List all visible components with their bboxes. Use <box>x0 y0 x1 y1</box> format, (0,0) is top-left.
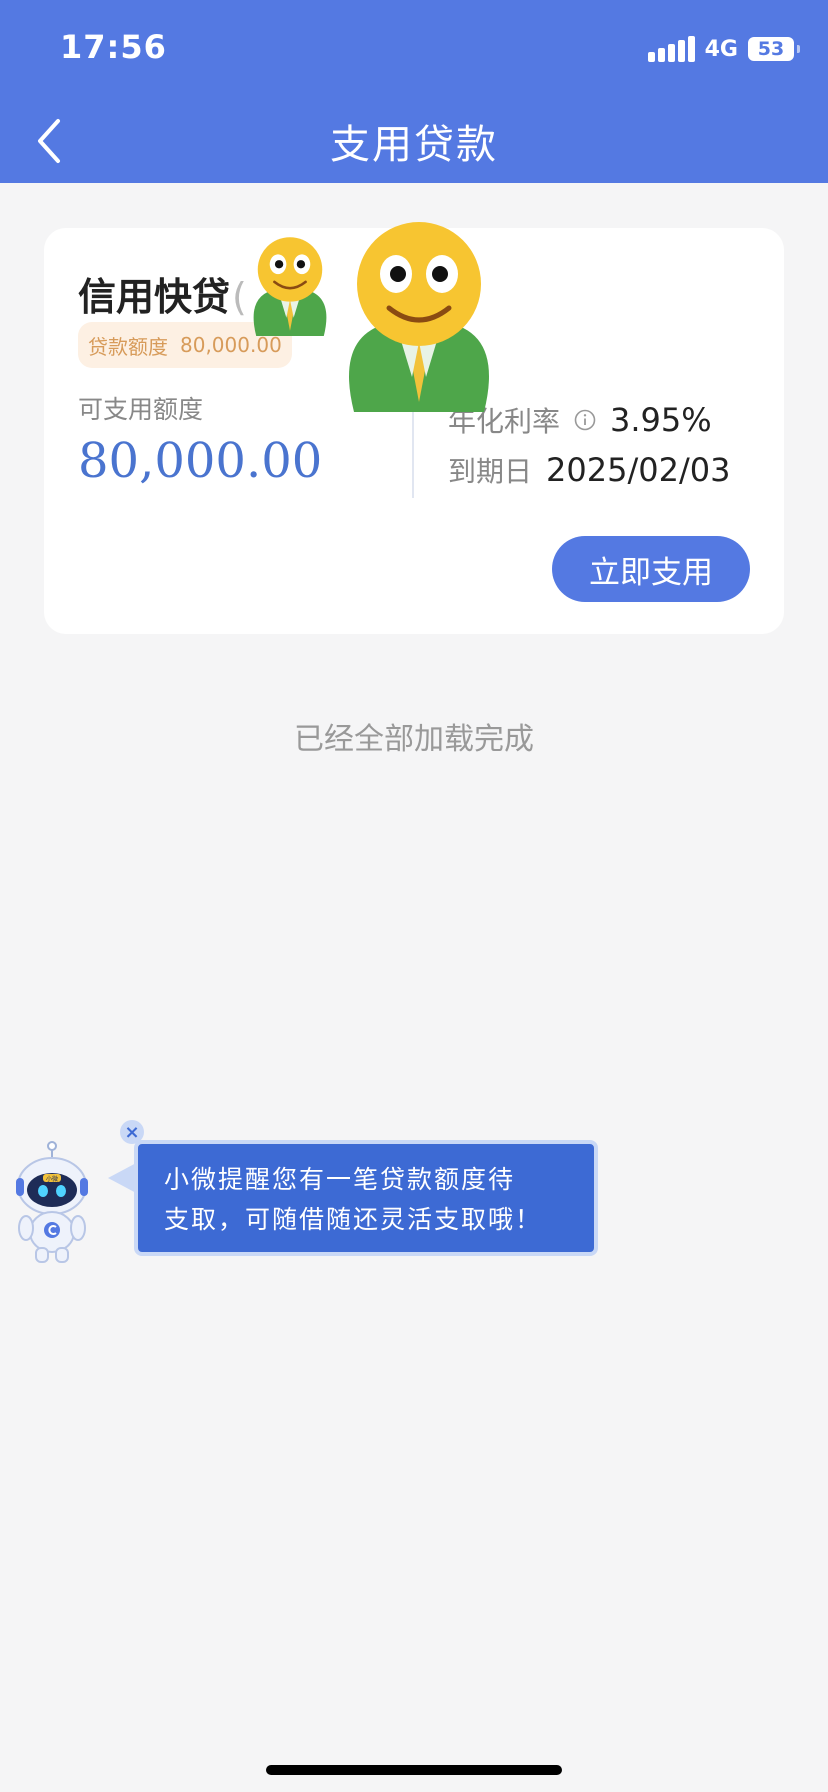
available-amount: 80,000.00 <box>78 433 323 489</box>
smiley-emoji-icon-large <box>349 222 489 412</box>
product-name: 信用快贷( <box>78 266 247 321</box>
loan-limit-label: 贷款额度 <box>88 334 168 359</box>
smiley-emoji-icon <box>253 237 327 336</box>
status-indicators: 4G 53 <box>647 34 800 64</box>
header-bar: 17:56 4G 53 支用贷款 <box>0 0 828 183</box>
network-type: 4G <box>704 36 738 62</box>
battery-icon: 53 <box>748 37 800 61</box>
due-date-row: 到期日 2025/02/03 <box>448 450 730 490</box>
due-date-label: 到期日 <box>448 455 533 488</box>
assistant-message-line1: 小微提醒您有一笔贷款额度待 <box>164 1165 516 1194</box>
info-icon[interactable] <box>574 409 596 431</box>
home-indicator[interactable] <box>266 1765 562 1775</box>
rate-value: 3.95% <box>610 401 712 439</box>
signal-icon <box>647 36 695 62</box>
battery-level: 53 <box>757 38 785 60</box>
all-loaded-text: 已经全部加载完成 <box>294 722 534 757</box>
status-time: 17:56 <box>60 28 167 66</box>
use-now-button[interactable]: 立即支用 <box>552 536 750 602</box>
page-title: 支用贷款 <box>330 122 498 168</box>
robot-label: 小微 <box>46 1175 58 1183</box>
assistant-message-line2: 支取，可随借随还灵活支取哦！ <box>164 1205 543 1234</box>
close-bubble-button[interactable]: × <box>120 1120 144 1144</box>
loan-card: 信用快贷( 贷款额度 80,000.00 可支用额度 80,000.00 年化利… <box>44 222 784 634</box>
robot-assistant-icon[interactable]: 小微 <box>10 1140 94 1265</box>
due-date-value: 2025/02/03 <box>546 451 731 489</box>
loan-limit-value: 80,000.00 <box>180 333 282 357</box>
assistant-tip-bubble[interactable]: 小微提醒您有一笔贷款额度待 支取，可随借随还灵活支取哦！ <box>134 1140 598 1256</box>
available-label: 可支用额度 <box>78 395 204 424</box>
product-name-text: 信用快贷 <box>78 275 231 319</box>
card-divider <box>412 398 414 498</box>
